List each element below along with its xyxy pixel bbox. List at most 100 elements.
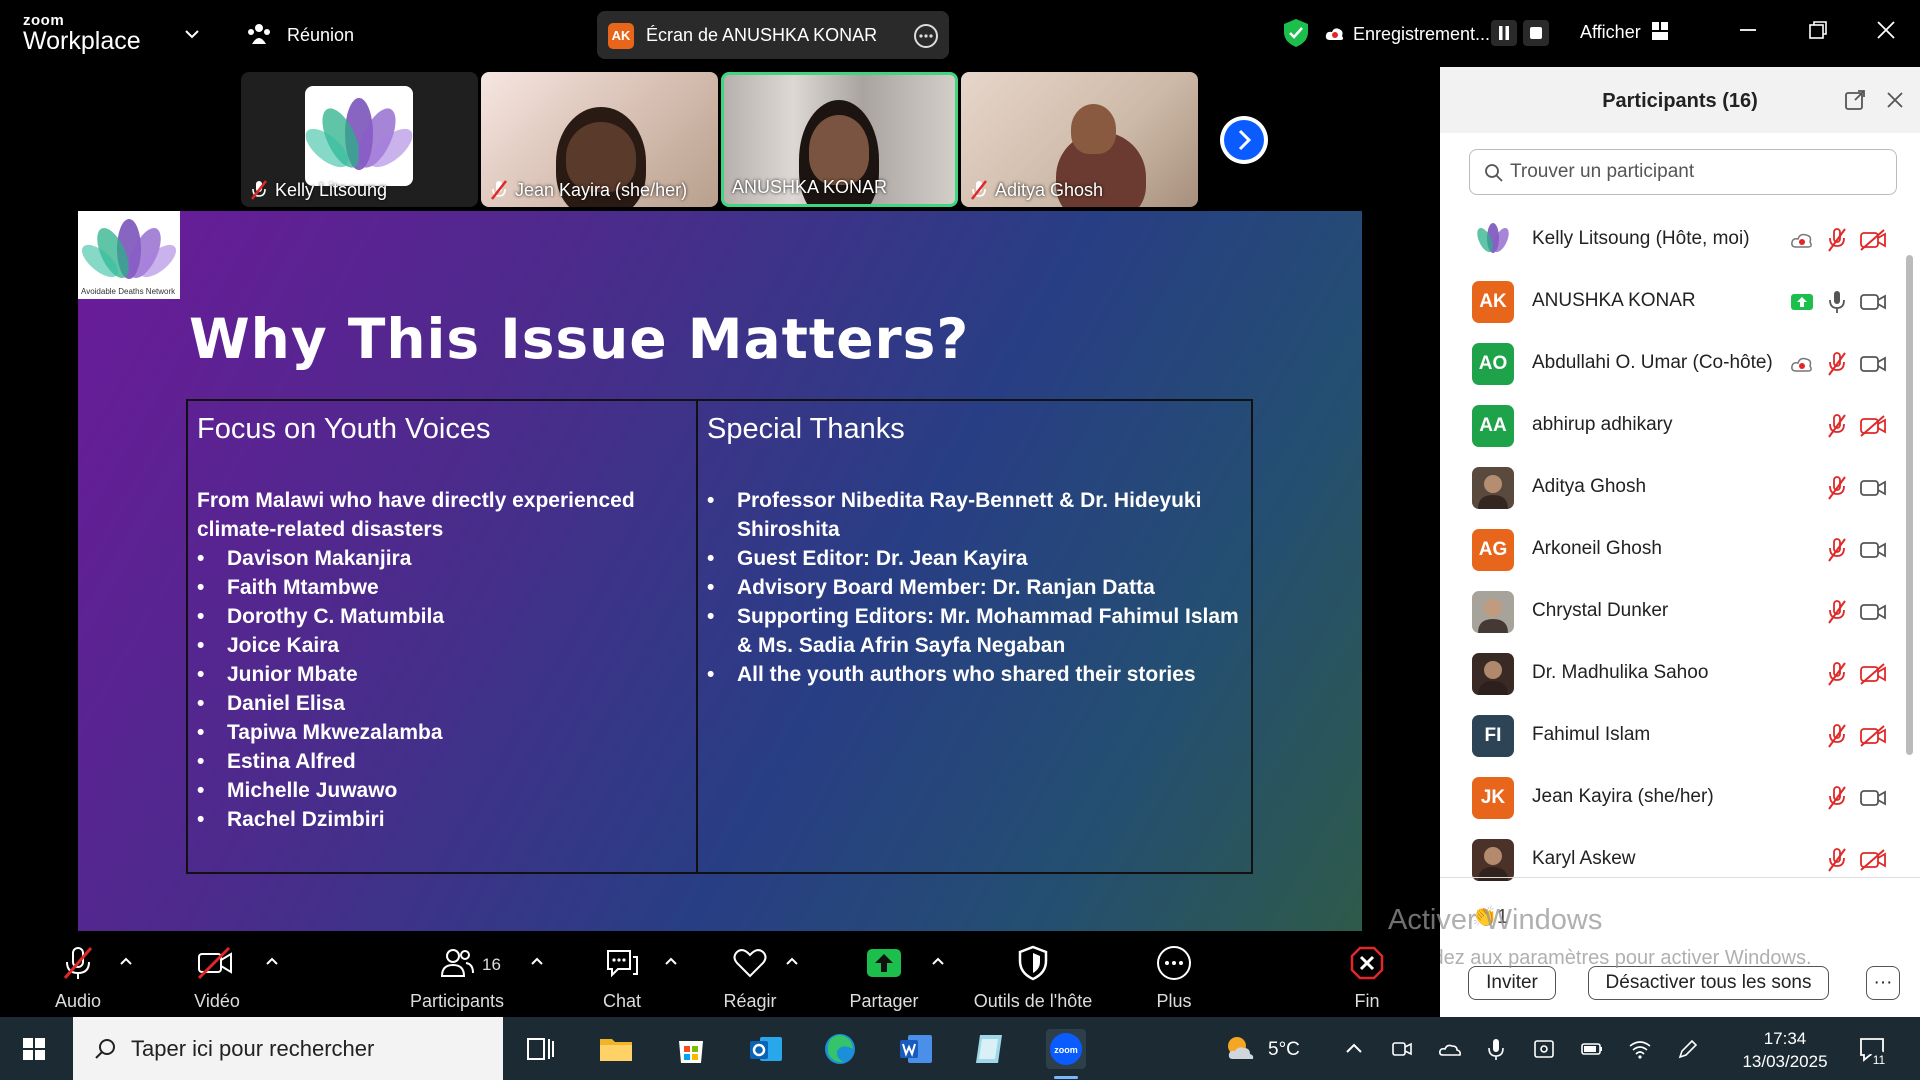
encryption-shield-icon[interactable] [1282,18,1310,48]
video-on-icon[interactable] [1859,600,1887,624]
participant-row[interactable]: FI Fahimul Islam [1440,703,1908,765]
video-button[interactable]: Vidéo [147,933,287,1017]
video-on-icon[interactable] [1859,786,1887,810]
windows-start-icon[interactable] [22,1037,46,1061]
temperature[interactable]: 5°C [1268,1039,1300,1061]
notification-center-button[interactable]: 11 [1858,1035,1888,1069]
scrollbar[interactable] [1905,195,1914,945]
chevron-up-icon[interactable] [529,955,545,967]
close-window-icon[interactable] [1874,18,1898,42]
close-panel-icon[interactable] [1884,89,1906,111]
chevron-up-icon[interactable] [264,955,280,967]
minimize-icon[interactable] [1736,18,1760,42]
video-thumbnail[interactable]: Aditya Ghosh [961,72,1198,207]
video-on-icon[interactable] [1859,352,1887,376]
mic-muted-icon[interactable] [1825,475,1849,501]
participant-row[interactable]: Kelly Litsoung (Hôte, moi) [1440,207,1908,269]
video-thumbnail[interactable]: Kelly Litsoung [241,72,478,207]
audio-button[interactable]: Audio [8,933,148,1017]
weather-icon[interactable] [1224,1033,1258,1063]
mic-muted-icon[interactable] [1825,723,1849,749]
participant-search-input[interactable] [1510,158,1880,186]
grid-view-icon[interactable] [1651,21,1669,41]
pen-icon[interactable] [1676,1037,1700,1061]
participants-button[interactable]: 16 Participants [387,933,527,1017]
system-clock[interactable]: 17:34 13/03/2025 [1730,1027,1840,1073]
participant-row[interactable]: AA abhirup adhikary [1440,393,1908,455]
mic-muted-icon[interactable] [1825,351,1849,377]
participant-search[interactable] [1469,149,1897,195]
onedrive-icon[interactable] [1438,1037,1462,1061]
video-off-icon[interactable] [1859,414,1887,438]
mic-muted-icon[interactable] [1825,537,1849,563]
taskbar-search[interactable] [73,1017,503,1080]
chevron-down-icon[interactable] [182,24,202,44]
invite-button[interactable]: Inviter [1468,966,1556,1000]
restore-icon[interactable] [1806,18,1830,42]
video-on-icon[interactable] [1859,476,1887,500]
pause-recording-button[interactable] [1491,20,1517,46]
meet-now-icon[interactable] [1390,1037,1414,1061]
wifi-icon[interactable] [1628,1037,1652,1061]
more-options-icon[interactable] [913,23,939,49]
chevron-up-icon[interactable] [784,955,800,967]
participant-row[interactable]: Karyl Askew [1440,827,1908,889]
video-off-icon[interactable] [1859,662,1887,686]
react-button[interactable]: Réagir [680,933,820,1017]
screen-share-pill[interactable]: AK Écran de ANUSHKA KONAR [597,11,949,59]
screen-capture-icon[interactable] [1532,1037,1556,1061]
meeting-label[interactable]: Réunion [287,25,354,46]
chevron-up-icon[interactable] [118,955,134,967]
mic-muted-icon[interactable] [1825,413,1849,439]
task-view-icon[interactable] [520,1029,560,1069]
file-explorer-icon[interactable] [596,1029,636,1069]
list-item: Guest Editor: Dr. Jean Kayira [707,544,1242,573]
share-screen-button[interactable]: Partager [814,933,954,1017]
participant-row[interactable]: Aditya Ghosh [1440,455,1908,517]
microsoft-store-icon[interactable] [671,1029,711,1069]
mic-on-icon[interactable] [1825,289,1849,315]
video-off-icon[interactable] [1859,724,1887,748]
zoom-taskbar-button[interactable]: zoom [1046,1029,1086,1079]
participant-row[interactable]: Chrystal Dunker [1440,579,1908,641]
chat-button[interactable]: Chat [552,933,692,1017]
participant-row[interactable]: Dr. Madhulika Sahoo [1440,641,1908,703]
mute-all-button[interactable]: Désactiver tous les sons [1588,966,1829,1000]
view-menu-label[interactable]: Afficher [1580,22,1641,43]
stop-recording-button[interactable] [1523,20,1549,46]
microphone-tray-icon[interactable] [1484,1037,1508,1061]
participant-row[interactable]: AG Arkoneil Ghosh [1440,517,1908,579]
chevron-up-icon[interactable] [1342,1037,1366,1061]
more-button[interactable]: Plus [1104,933,1244,1017]
participant-row[interactable]: AK ANUSHKA KONAR [1440,269,1908,331]
mic-muted-icon[interactable] [1825,661,1849,687]
host-tools-button[interactable]: Outils de l'hôte [963,933,1103,1017]
mic-muted-icon[interactable] [1825,785,1849,811]
chevron-up-icon[interactable] [930,955,946,967]
video-off-icon[interactable] [1859,228,1887,252]
video-off-icon[interactable] [1859,848,1887,872]
pop-out-icon[interactable] [1844,89,1866,111]
end-meeting-button[interactable]: Fin [1297,933,1437,1017]
participant-row[interactable]: AO Abdullahi O. Umar (Co-hôte) [1440,331,1908,393]
edge-icon[interactable] [820,1029,860,1069]
scrollbar-thumb[interactable] [1906,255,1913,755]
mic-muted-icon[interactable] [1825,599,1849,625]
network-logo-icon [81,219,177,279]
taskbar-search-input[interactable] [131,1033,491,1065]
battery-icon[interactable] [1580,1037,1604,1061]
word-icon[interactable] [896,1029,936,1069]
mic-muted-icon[interactable] [1825,227,1849,253]
notes-app-icon[interactable] [970,1029,1010,1069]
outlook-icon[interactable] [746,1029,786,1069]
video-on-icon[interactable] [1859,290,1887,314]
more-options-button[interactable]: ··· [1866,966,1900,1000]
meeting-icon[interactable] [246,22,272,46]
video-on-icon[interactable] [1859,538,1887,562]
participant-row[interactable]: JK Jean Kayira (she/her) [1440,765,1908,827]
next-thumbnails-button[interactable] [1220,116,1268,164]
chevron-up-icon[interactable] [663,955,679,967]
video-thumbnail-active-speaker[interactable]: ANUSHKA KONAR [721,72,958,207]
video-thumbnail[interactable]: Jean Kayira (she/her) [481,72,718,207]
mic-muted-icon[interactable] [1825,847,1849,873]
